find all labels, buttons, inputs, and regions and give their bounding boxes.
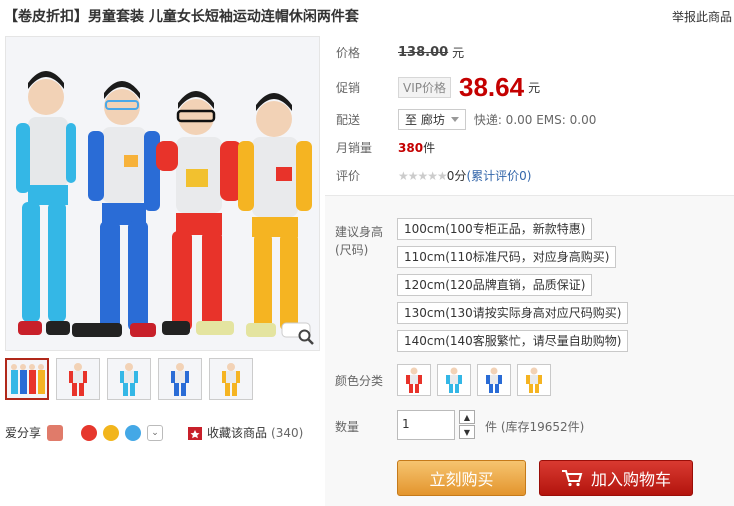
- share-bar: 爱分享 ⌄ 收藏该商品 (340): [5, 424, 303, 441]
- magnify-icon[interactable]: [297, 328, 315, 346]
- review-label: 评价: [336, 169, 361, 183]
- thumbnail-1[interactable]: [5, 358, 49, 400]
- color-label: 颜色分类: [335, 374, 384, 388]
- chevron-up-icon: ▲: [463, 412, 471, 422]
- share-qzone-icon[interactable]: [103, 424, 120, 441]
- favorite-count: (340): [271, 425, 304, 440]
- quantity-increase-button[interactable]: ▲: [459, 410, 475, 424]
- promo-price-unit: 元: [528, 81, 541, 95]
- main-product-image[interactable]: [5, 36, 320, 351]
- favorite-icon: [188, 426, 203, 440]
- thumbnail-image: [159, 359, 201, 399]
- color-options: [397, 364, 551, 396]
- monthly-sales-label: 月销量: [336, 141, 373, 155]
- sales-row: 月销量 380 件: [336, 139, 435, 156]
- quantity-decrease-button[interactable]: ▼: [459, 425, 475, 439]
- purchase-options: 建议身高 (尺码) 100cm(100专柜正品，新款特惠) 110cm(110标…: [325, 195, 734, 506]
- thumbnail-image: [108, 359, 150, 399]
- rating-score: 0分: [446, 169, 467, 183]
- original-price: 138.00: [398, 45, 449, 60]
- thumbnail-5[interactable]: [209, 358, 253, 400]
- size-label: 建议身高 (尺码): [335, 223, 383, 259]
- color-swatch-image: [446, 367, 462, 393]
- price-row: 价格 138.00 元: [336, 44, 464, 61]
- add-to-cart-button[interactable]: 加入购物车: [539, 460, 693, 496]
- shipping-detail: 快递: 0.00 EMS: 0.00: [473, 113, 597, 127]
- shipping-destination-value: 至 廊坊: [405, 113, 445, 127]
- quantity-stepper: ▲ ▼: [459, 410, 475, 439]
- quantity-label: 数量: [335, 420, 360, 434]
- color-option-blue[interactable]: [477, 364, 511, 396]
- kids-outfit-photo: [6, 37, 319, 350]
- favorite-label: 收藏该商品: [207, 426, 268, 440]
- monthly-sales-unit: 件: [423, 141, 436, 155]
- color-option-sky-blue[interactable]: [437, 364, 471, 396]
- size-option-120[interactable]: 120cm(120品牌直销，品质保证): [397, 274, 593, 296]
- share-more-chevron-icon[interactable]: ⌄: [147, 424, 164, 441]
- color-swatch-image: [406, 367, 422, 393]
- thumbnail-2[interactable]: [56, 358, 100, 400]
- size-option-140[interactable]: 140cm(140客服繁忙，请尽量自助购物): [397, 330, 629, 352]
- thumbnail-image: [7, 360, 47, 398]
- monthly-sales-value: 380: [398, 140, 424, 155]
- buy-now-button[interactable]: 立刻购买: [397, 460, 526, 496]
- shipping-destination-select[interactable]: 至 廊坊: [398, 109, 466, 130]
- color-option-yellow[interactable]: [517, 364, 551, 396]
- favorite-button[interactable]: 收藏该商品 (340): [187, 424, 303, 441]
- color-swatch-image: [486, 367, 502, 393]
- color-option-red[interactable]: [397, 364, 431, 396]
- price-label: 价格: [336, 46, 361, 60]
- shopping-cart-icon: [561, 470, 583, 487]
- review-count-link[interactable]: (累计评价0): [466, 167, 531, 184]
- size-label-line2: (尺码): [335, 243, 369, 257]
- size-options: 100cm(100专柜正品，新款特惠) 110cm(110标准尺码，对应身高购买…: [397, 218, 629, 358]
- promo-label: 促销: [336, 81, 361, 95]
- shipping-label: 配送: [336, 113, 361, 127]
- quantity-input[interactable]: 1: [397, 410, 455, 440]
- share-renren-icon[interactable]: [47, 424, 64, 441]
- thumbnail-3[interactable]: [107, 358, 151, 400]
- review-row: 评价 ★★★★★ 0分 (累计评价0): [336, 167, 531, 184]
- color-swatch-image: [526, 367, 542, 393]
- report-link[interactable]: 举报此商品: [672, 8, 732, 25]
- promo-row: 促销 VIP价格 38.64 元: [336, 72, 540, 103]
- stock-text: 件 (库存19652件): [485, 420, 585, 434]
- price-unit: 元: [452, 46, 465, 60]
- size-label-line1: 建议身高: [335, 225, 384, 239]
- size-option-100[interactable]: 100cm(100专柜正品，新款特惠): [397, 218, 593, 240]
- share-label: 爱分享: [5, 426, 42, 440]
- thumbnail-image: [210, 359, 252, 399]
- buy-now-label: 立刻购买: [429, 470, 494, 489]
- promo-price: 38.64: [459, 72, 525, 102]
- size-option-110[interactable]: 110cm(110标准尺码，对应身高购买): [397, 246, 617, 268]
- vip-badge: VIP价格: [398, 77, 451, 98]
- chevron-down-icon: ▼: [463, 427, 471, 437]
- shipping-row: 配送 至 廊坊 快递: 0.00 EMS: 0.00: [336, 109, 596, 130]
- add-to-cart-label: 加入购物车: [590, 470, 671, 489]
- product-title: 【卷皮折扣】男童套装 儿童女长短袖运动连帽休闲两件套: [4, 9, 359, 25]
- thumbnail-strip: [5, 358, 253, 400]
- size-option-130[interactable]: 130cm(130请按实际身高对应尺码购买): [397, 302, 629, 324]
- share-weibo-icon[interactable]: [81, 424, 98, 441]
- share-tencent-weibo-icon[interactable]: [125, 424, 142, 441]
- thumbnail-image: [57, 359, 99, 399]
- thumbnail-4[interactable]: [158, 358, 202, 400]
- dropdown-arrow-icon: [450, 117, 459, 122]
- rating-stars-icon: ★★★★★: [398, 168, 448, 183]
